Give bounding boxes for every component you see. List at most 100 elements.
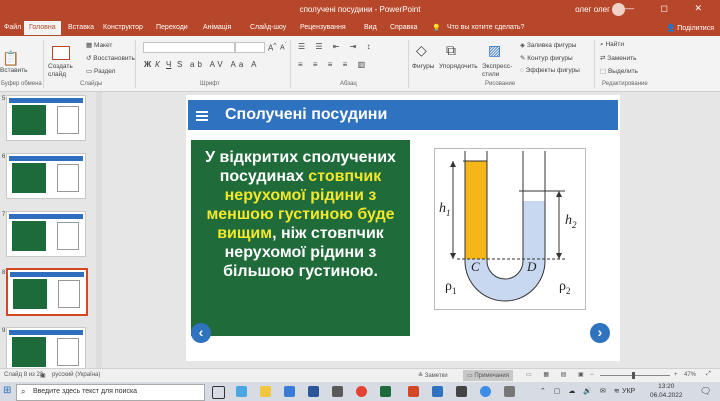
zoom-slider[interactable] [600, 375, 670, 376]
strike-button[interactable]: S [177, 60, 182, 69]
italic-button[interactable]: К [155, 60, 160, 69]
slide-thumbnail[interactable] [6, 327, 86, 373]
canvas-scrollbar[interactable] [702, 92, 720, 368]
menu-icon[interactable] [196, 111, 208, 123]
folder-icon[interactable] [260, 386, 271, 397]
zoom-out-button[interactable]: − [590, 372, 594, 378]
tab-insert[interactable]: Вставка [68, 24, 94, 31]
group-label-clipboard: Буфер обмена [1, 81, 42, 87]
font-size-field[interactable] [235, 42, 265, 53]
section-button[interactable]: ▭ Раздел [86, 67, 115, 75]
fit-slide-icon[interactable]: ⤢ [706, 371, 711, 378]
share-button[interactable]: 👤 Поділитися [667, 24, 714, 32]
zoom-in-button[interactable]: + [674, 372, 678, 378]
user-name[interactable]: олег олег [575, 5, 610, 14]
tab-help[interactable]: Справка [390, 24, 417, 31]
prev-slide-button[interactable]: ‹ [191, 323, 211, 343]
telegram-icon[interactable] [480, 386, 491, 397]
find-button[interactable]: ⌕ Найти [600, 41, 624, 49]
store-icon[interactable] [284, 386, 295, 397]
view-buttons[interactable]: ▭ ▦ ▤ ▣ [526, 371, 589, 378]
clock[interactable]: 13:20 06.04.2022 [650, 382, 683, 400]
slide-thumbnail[interactable] [6, 95, 86, 141]
tab-design[interactable]: Конструктор [103, 24, 143, 31]
tab-view[interactable]: Вид [364, 24, 377, 31]
next-slide-button[interactable]: › [590, 323, 610, 343]
shape-outline-button[interactable]: ✎ Контур фигуры [520, 54, 573, 62]
notes-label: Заметки [424, 373, 448, 379]
slide-thumbnail[interactable] [6, 153, 86, 199]
tab-transitions[interactable]: Переходи [156, 24, 188, 31]
new-slide-button[interactable]: Создать слайд [48, 63, 76, 79]
slide-title: Сполучені посудини [225, 106, 388, 123]
notifications-icon[interactable]: 🗨 [700, 386, 711, 397]
slide-text-box[interactable]: У відкритих сполучених посудинах стовпчи… [191, 140, 410, 336]
label-rho2: ρ2 [559, 279, 571, 296]
window-controls[interactable]: — ◻ ✕ [625, 3, 714, 14]
shape-fill-button[interactable]: ◈ Заливка фигуры [520, 41, 576, 49]
label-h1-letter: h [439, 201, 446, 216]
zoom-level[interactable]: 47% [684, 372, 696, 378]
reset-button[interactable]: ↺ Восстановить [86, 54, 135, 62]
liquid-light [465, 161, 487, 259]
font-size-up-button[interactable]: A^ [268, 42, 276, 53]
chrome-icon[interactable] [356, 386, 367, 397]
tab-home[interactable]: Головна [24, 21, 61, 35]
word-icon[interactable] [432, 386, 443, 397]
title-bar: сполучені посудини - PowerPoint олег оле… [0, 0, 720, 20]
group-label-font: Шрифт [200, 81, 220, 87]
spellcheck-icon[interactable]: ▣ [40, 372, 46, 379]
tell-me-box[interactable]: Что вы хотите сделать? [447, 24, 524, 31]
tab-animations[interactable]: Анімація [203, 24, 231, 31]
tab-review[interactable]: Рецензування [300, 24, 346, 31]
share-label: Поділитися [677, 25, 714, 32]
list-icons[interactable]: ☰ ☰ ⇤ ⇥ ↕ [298, 42, 375, 51]
tab-file[interactable]: Файл [4, 24, 21, 31]
thumb-number: 7 [2, 212, 6, 218]
slide-thumbnail[interactable] [6, 211, 86, 257]
paste-button[interactable]: Вставить [0, 67, 28, 74]
mail-icon[interactable] [308, 386, 319, 397]
select-label: Выделить [607, 68, 638, 75]
windows-start-icon[interactable]: ⊞ [3, 385, 11, 396]
app-icon[interactable] [332, 386, 343, 397]
system-tray-icons[interactable]: ⌃ ▢ ☁ 🔊 ✉ ≋ [540, 387, 623, 395]
shape-effects-button[interactable]: ◌ Эффекты фигуры [520, 67, 580, 74]
slide-thumbnail-selected[interactable] [6, 268, 88, 316]
select-button[interactable]: ⬚ Выделить [600, 67, 638, 75]
notes-button[interactable]: ≜ Заметки [418, 372, 448, 379]
group-label-drawing: Рисование [485, 81, 516, 87]
tab-slideshow[interactable]: Слайд-шоу [250, 24, 286, 31]
avatar[interactable] [612, 3, 625, 16]
font-size-down-button[interactable]: Aˇ [280, 42, 287, 51]
font-effects-icons[interactable]: ab AV Aa A [190, 60, 259, 69]
underline-button[interactable]: Ч [166, 60, 171, 69]
status-bar: Слайд 8 из 23 ▣ русский (Україна) ≜ Заме… [0, 368, 720, 383]
edge-icon[interactable] [236, 386, 247, 397]
task-view-icon[interactable] [212, 386, 225, 399]
language-indicator[interactable]: русский (Україна) [52, 372, 100, 378]
shapes-button[interactable]: Фигуры [412, 63, 434, 70]
zoom-slider-thumb[interactable] [632, 372, 635, 379]
thumb-number: 5 [2, 96, 6, 102]
label-h2-letter: h [565, 213, 572, 228]
app-icon[interactable] [504, 386, 515, 397]
language-indicator[interactable]: УКР [622, 388, 635, 395]
quick-styles-icon: ▨ [488, 42, 502, 58]
font-name-field[interactable] [143, 42, 235, 53]
share-icon: 👤 [666, 25, 678, 32]
replace-button[interactable]: ⇄ Заменить [600, 54, 636, 62]
align-icons[interactable]: ≡ ≡ ≡ ≡ ▥ [298, 60, 369, 69]
excel-icon[interactable] [380, 386, 391, 397]
powerpoint-icon[interactable] [408, 386, 419, 397]
comments-button[interactable]: ▭ Примечания [463, 370, 513, 381]
taskbar-search[interactable]: ⌕ Введите здесь текст для поиска [16, 384, 205, 401]
section-icon: ▭ [86, 68, 94, 75]
quick-styles-button[interactable]: Экспресс-стили [482, 63, 512, 79]
app-icon[interactable] [456, 386, 467, 397]
layout-button[interactable]: ▦ Макет [86, 41, 112, 49]
arrange-button[interactable]: Упорядочить [439, 63, 478, 70]
bold-button[interactable]: Ж [144, 60, 151, 69]
section-label: Раздел [93, 68, 116, 75]
label-rho1-sub: 1 [452, 285, 457, 296]
